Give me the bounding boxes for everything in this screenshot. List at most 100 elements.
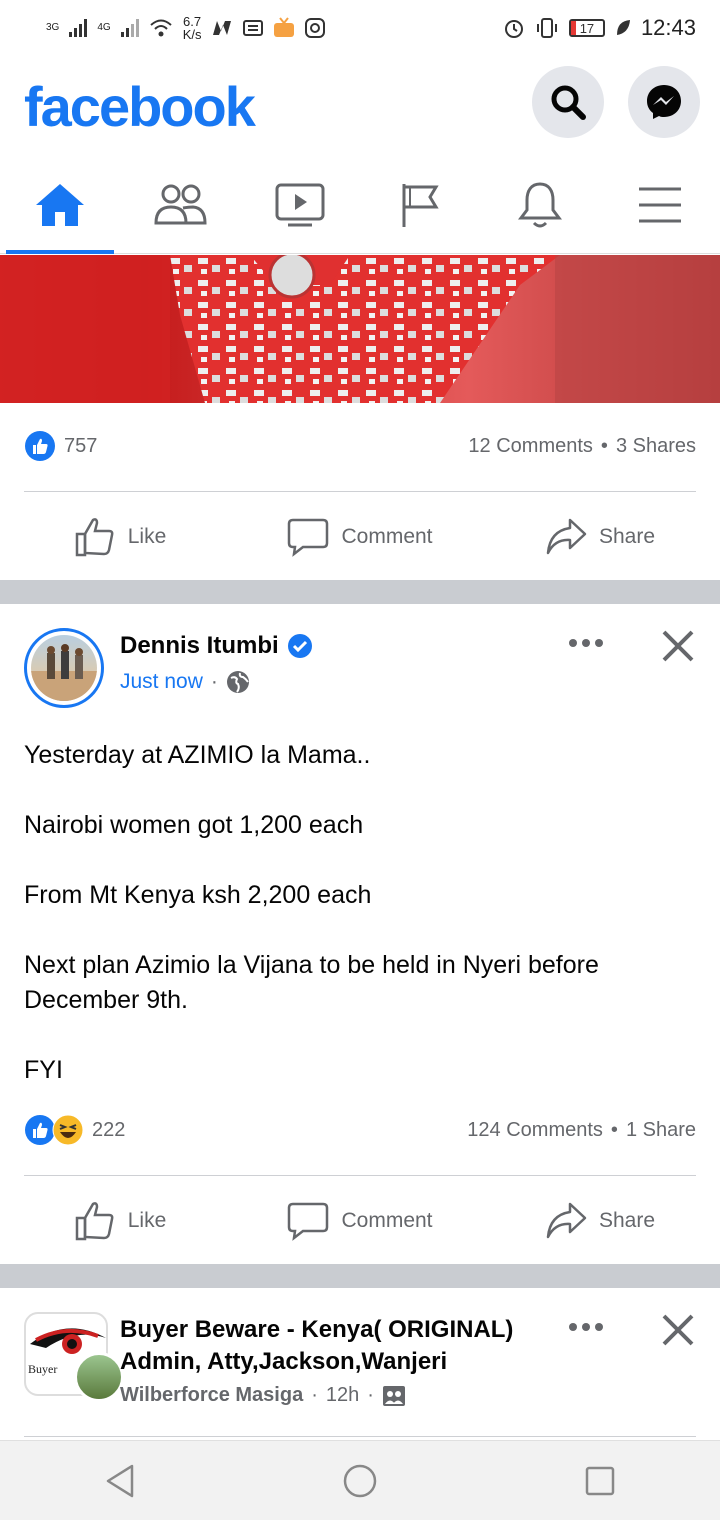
group-title[interactable]: Buyer Beware - Kenya( ORIGINAL) Admin, A…: [120, 1314, 560, 1378]
close-icon: [662, 630, 694, 662]
meta-dot: ·: [210, 670, 218, 693]
post2-share-count[interactable]: 1 Share: [626, 1119, 696, 1142]
post-time[interactable]: 12h: [326, 1384, 359, 1407]
tab-friends[interactable]: [125, 156, 235, 254]
tab-menu[interactable]: [605, 156, 715, 254]
comment-bubble-icon: [288, 518, 329, 557]
globe-icon: [226, 671, 249, 693]
dot-separator: •: [600, 434, 608, 457]
avatar-photo: [31, 635, 97, 701]
network-3g-label: 3G: [46, 22, 60, 33]
tab-watch[interactable]: [245, 156, 355, 254]
post1-share-button[interactable]: Share: [490, 517, 710, 557]
tab-notifications[interactable]: [485, 156, 595, 254]
post2-more-options-button[interactable]: [568, 628, 604, 666]
post3-more-options-button[interactable]: [568, 1312, 604, 1350]
meta-dot: ·: [311, 1384, 318, 1406]
status-right: 17 12:43: [503, 15, 696, 41]
thumbs-up-icon: [75, 518, 114, 557]
author-name[interactable]: Dennis Itumbi: [120, 632, 279, 660]
post2-reactions-summary[interactable]: 222: [24, 1114, 125, 1146]
avatar-photo-image: [31, 644, 97, 701]
instagram-icon: [305, 18, 326, 38]
post1-comment-count[interactable]: 12 Comments: [468, 435, 593, 458]
vibrate-icon: [536, 18, 557, 38]
post3-hide-button[interactable]: [660, 1312, 696, 1348]
bell-icon: [518, 182, 562, 228]
watch-video-icon: [275, 183, 325, 227]
recents-square-icon[interactable]: [583, 1464, 617, 1498]
verified-badge-icon: [287, 634, 312, 658]
signal-icon: [69, 19, 88, 37]
hamburger-menu-icon: [639, 187, 681, 223]
active-tab-indicator: [6, 250, 114, 254]
comment-label: Comment: [341, 1209, 433, 1232]
post2-text: Yesterday at AZIMIO la Mama.. Nairobi wo…: [24, 741, 599, 1084]
feed-separator: [0, 580, 720, 604]
signal-icon-2: [120, 19, 139, 37]
post3-divider: [24, 1436, 696, 1437]
reaction-icons: [24, 1114, 84, 1146]
battery-level: 17: [579, 20, 595, 36]
search-button[interactable]: [532, 66, 604, 138]
home-icon: [36, 184, 84, 226]
messenger-button[interactable]: [628, 66, 700, 138]
pages-flag-icon: [402, 184, 439, 227]
tab-bar: [0, 156, 720, 254]
post2-share-button[interactable]: Share: [490, 1201, 710, 1241]
comment-label: Comment: [341, 525, 433, 548]
post1-engagement: 12 Comments • 3 Shares: [468, 435, 696, 458]
messenger-icon: [647, 85, 681, 119]
haha-reaction-icon: [52, 1114, 84, 1146]
post2-hide-button[interactable]: [660, 628, 696, 664]
share-arrow-icon: [546, 518, 587, 555]
search-icon: [551, 85, 586, 120]
post1-reactions-row: 757 12 Comments • 3 Shares: [24, 426, 696, 466]
battery-icon: 17: [568, 19, 605, 37]
facebook-logo[interactable]: facebook: [24, 74, 256, 139]
tab-pages[interactable]: [365, 156, 475, 254]
home-circle-icon[interactable]: [342, 1463, 378, 1499]
meta-dot: ·: [367, 1384, 374, 1406]
network-4g-label: 4G: [97, 22, 111, 33]
post1-actions: Like Comment Share: [0, 492, 720, 582]
post3-meta: Wilberforce Masiga · 12h ·: [120, 1384, 406, 1407]
post1-share-count[interactable]: 3 Shares: [616, 435, 696, 458]
friends-icon: [154, 184, 207, 225]
post2-like-button[interactable]: Like: [10, 1201, 230, 1241]
post1-reactions-summary[interactable]: 757: [24, 430, 97, 462]
thumbs-up-icon: [75, 1202, 114, 1241]
share-label: Share: [598, 1209, 656, 1232]
back-icon[interactable]: [103, 1463, 137, 1499]
like-reaction-icon: [25, 431, 55, 461]
tab-home[interactable]: [5, 156, 115, 254]
app-header: facebook: [0, 56, 720, 156]
status-bar: 3G 4G 6.7 K/s 17 12:43: [0, 0, 720, 56]
post3-header: Buyer Buyer Beware - Kenya( ORIGINAL) Ad…: [24, 1312, 696, 1412]
post-image[interactable]: [0, 255, 720, 403]
post2-author: Dennis Itumbi: [120, 632, 313, 660]
post2-avatar[interactable]: [24, 628, 104, 708]
leaf-icon: [616, 20, 630, 35]
group-avatar-text: Buyer: [28, 1362, 58, 1376]
poster-avatar[interactable]: [74, 1352, 124, 1402]
post2-reactions-row: 222 124 Comments • 1 Share: [24, 1110, 696, 1150]
post1-reaction-count: 757: [64, 434, 98, 457]
dot-separator: •: [610, 1118, 618, 1141]
post1-comment-button[interactable]: Comment: [250, 517, 470, 557]
poster-name[interactable]: Wilberforce Masiga: [120, 1384, 303, 1407]
post1-like-button[interactable]: Like: [10, 517, 230, 557]
post2-comment-button[interactable]: Comment: [250, 1201, 470, 1241]
like-label: Like: [127, 1209, 167, 1232]
feed-separator: [0, 1264, 720, 1288]
comment-bubble-icon: [288, 1202, 329, 1241]
group-members-icon: [382, 1385, 405, 1406]
messages-app-icon: [243, 20, 264, 36]
system-nav-bar: [0, 1440, 720, 1520]
share-label: Share: [598, 525, 656, 548]
status-left: 3G 4G 6.7 K/s: [46, 15, 326, 41]
post-time[interactable]: Just now: [120, 670, 203, 694]
football-jersey-photo: [0, 255, 720, 403]
post2-header: Dennis Itumbi Just now ·: [24, 628, 696, 710]
post2-comment-count[interactable]: 124 Comments: [467, 1119, 603, 1142]
